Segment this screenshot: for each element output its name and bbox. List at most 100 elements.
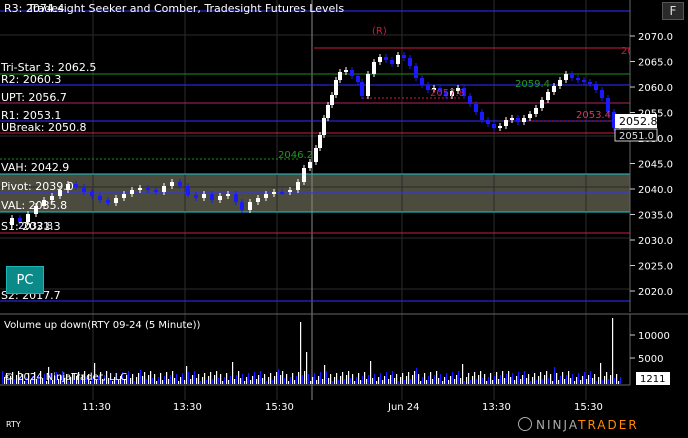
volume-bar	[456, 375, 458, 384]
volume-bar	[252, 376, 254, 384]
candle-body	[384, 57, 388, 60]
candle-body	[414, 66, 418, 78]
volume-bar	[460, 378, 462, 384]
pc-button[interactable]: PC	[6, 266, 44, 294]
candle-body	[130, 190, 134, 194]
volume-bar	[130, 378, 132, 384]
candle-body	[564, 74, 568, 80]
candle-body	[114, 198, 118, 203]
volume-bar	[372, 378, 374, 384]
volume-bar	[294, 380, 296, 384]
volume-bar	[312, 377, 314, 384]
upt-label: UPT: 2056.7	[1, 91, 67, 104]
volume-bar	[264, 374, 266, 384]
candle-body	[378, 57, 382, 62]
r-marker: (R)	[372, 26, 387, 37]
volume-bar	[542, 379, 544, 384]
volume-bar	[142, 376, 144, 384]
candle-body	[240, 202, 244, 210]
volume-bar	[458, 371, 460, 384]
volume-bar	[516, 376, 518, 384]
volume-bar	[504, 378, 506, 384]
candle-body	[390, 60, 394, 64]
volume-bar	[288, 381, 290, 384]
volume-bar	[200, 381, 202, 384]
candle-body	[82, 187, 86, 192]
volume-bar	[328, 378, 330, 384]
volume-bar	[326, 371, 328, 384]
volume-bar	[600, 363, 602, 384]
volume-bar	[492, 380, 494, 384]
volume-bar	[586, 379, 588, 384]
volume-bar	[262, 378, 264, 384]
volume-bar	[320, 372, 322, 384]
volume-bar	[446, 373, 448, 384]
candle-body	[552, 86, 556, 92]
volume-bar	[488, 377, 490, 384]
volume-bar	[244, 381, 246, 384]
price-tick: 2065.0	[638, 58, 673, 69]
price-chart[interactable]: Tri-Star 3: 2062.5 R2: 2060.3 UPT: 2056.…	[0, 0, 688, 434]
r2-label: R2: 2060.3	[1, 73, 61, 86]
time-label-1330: 13:30	[173, 402, 202, 413]
second-price-badge-text: 2051.0	[619, 131, 654, 142]
volume-bar	[318, 376, 320, 384]
volume-bar	[340, 376, 342, 384]
volume-bar	[140, 370, 142, 384]
volume-bar	[478, 375, 480, 384]
volume-bar	[392, 371, 394, 384]
candle-body	[356, 76, 360, 82]
brand-left: NINJA	[536, 418, 579, 432]
volume-bar	[402, 373, 404, 384]
volume-bar	[444, 377, 446, 384]
volume-bar	[520, 379, 522, 384]
f-button[interactable]: F	[662, 2, 684, 20]
volume-bar	[220, 374, 222, 384]
volume-bar	[506, 374, 508, 384]
candle-body	[178, 182, 182, 186]
volume-bar	[620, 377, 622, 384]
volume-bar	[362, 376, 364, 384]
volume-bar	[158, 377, 160, 384]
volume-bar	[174, 378, 176, 384]
volume-bar	[384, 376, 386, 384]
volume-bar	[468, 373, 470, 384]
volume-bar	[192, 375, 194, 384]
volume-bar	[250, 380, 252, 384]
volume-bar	[618, 381, 620, 384]
volume-bar	[426, 380, 428, 384]
volume-bar	[228, 380, 230, 384]
candle-body	[106, 200, 110, 203]
candle-body	[474, 104, 478, 112]
candle-body	[74, 184, 78, 187]
candle-body	[98, 196, 102, 200]
candle-body	[510, 118, 514, 120]
volume-bar	[298, 372, 300, 384]
volume-bar	[438, 378, 440, 384]
volume-bar	[210, 372, 212, 384]
candle-body	[396, 55, 400, 64]
volume-bar	[570, 378, 572, 384]
volume-bar	[498, 379, 500, 384]
volume-bar	[424, 373, 426, 384]
volume-bar	[160, 373, 162, 384]
volume-bar	[330, 374, 332, 384]
volume-bar	[270, 373, 272, 384]
volume-tick-10000: 10000	[638, 331, 670, 342]
volume-bar	[304, 371, 306, 384]
volume-bar	[538, 376, 540, 384]
candle-body	[468, 96, 472, 104]
volume-bar	[346, 375, 348, 384]
volume-bar	[390, 375, 392, 384]
candle-body	[226, 194, 230, 196]
candle-body	[540, 100, 544, 108]
volume-bar	[550, 374, 552, 384]
volume-bar	[370, 361, 372, 384]
volume-bar	[184, 380, 186, 384]
volume-bar	[374, 374, 376, 384]
volume-bar	[484, 374, 486, 384]
volume-bar	[608, 379, 610, 384]
volume-bar	[406, 376, 408, 384]
volume-bar	[408, 372, 410, 384]
price-tick: 2025.0	[638, 262, 673, 273]
